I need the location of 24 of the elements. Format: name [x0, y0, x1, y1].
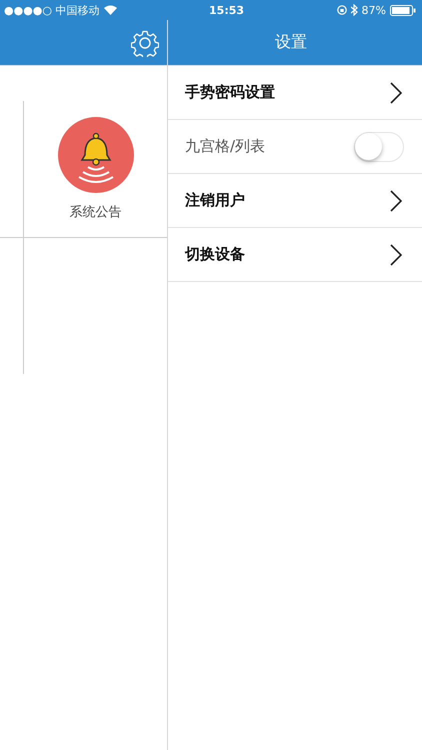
- settings-label: 九宫格/列表: [185, 137, 266, 156]
- header-title: 设置: [275, 32, 307, 53]
- lock-rotation-icon: [336, 5, 347, 15]
- carrier-text: ●●●●○ 中国移动: [4, 2, 100, 18]
- battery-text: 87%: [362, 4, 386, 16]
- settings-row[interactable]: 九宫格/列表: [168, 120, 422, 174]
- settings-icon[interactable]: [131, 28, 159, 56]
- grid-tile[interactable]: 系统公告: [24, 101, 167, 238]
- settings-label: 手势密码设置: [185, 83, 275, 102]
- settings-label: 注销用户: [185, 191, 245, 210]
- settings-row[interactable]: 切换设备: [168, 228, 422, 282]
- chevron-icon: [390, 244, 402, 266]
- chevron-icon: [390, 190, 402, 212]
- settings-row[interactable]: 注销用户: [168, 174, 422, 228]
- settings-label: 切换设备: [185, 245, 245, 264]
- chevron-icon: [390, 82, 402, 104]
- bell-icon[interactable]: [58, 117, 134, 193]
- battery-icon: [390, 4, 416, 16]
- bluetooth-icon: [350, 4, 358, 16]
- toggle-switch[interactable]: [354, 132, 404, 162]
- settings-row[interactable]: 手势密码设置: [168, 66, 422, 120]
- time-text: 15:53: [209, 4, 244, 16]
- tile-label: 系统公告: [70, 204, 122, 221]
- wifi-icon: [104, 5, 116, 15]
